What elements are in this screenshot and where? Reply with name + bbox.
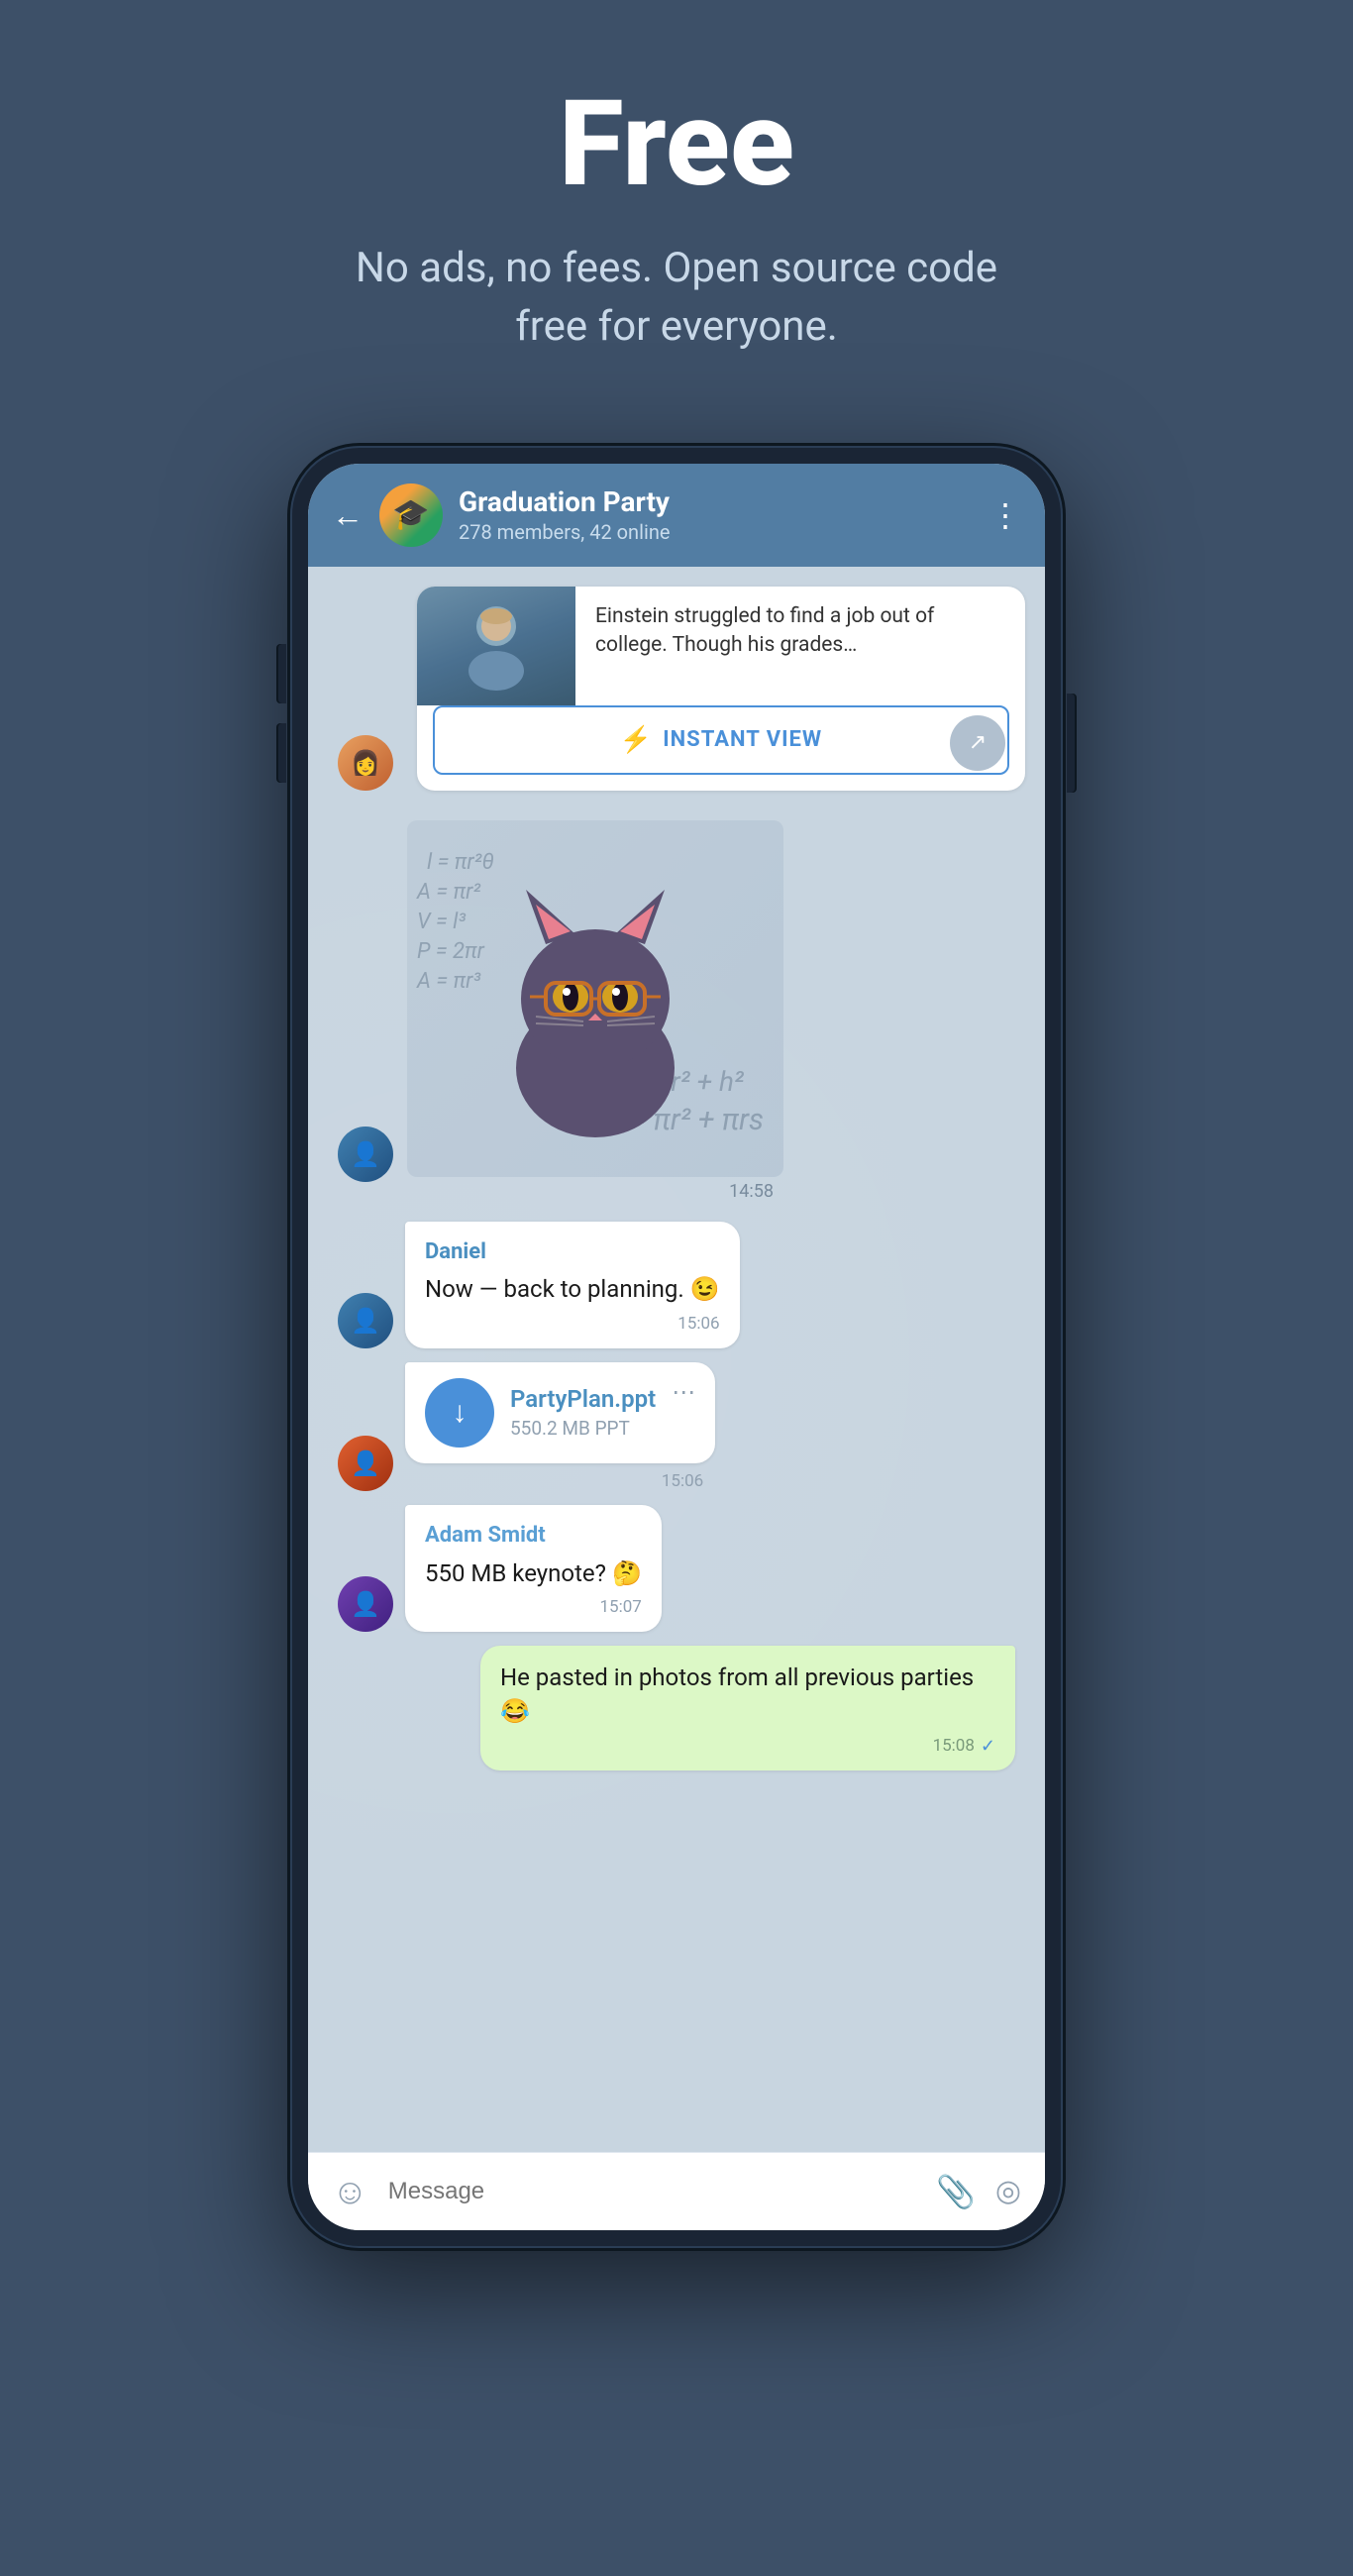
article-image (417, 587, 575, 705)
daniel-time: 15:06 (677, 1313, 719, 1337)
daniel-message-row: 👤 Daniel Now — back to planning. 😉 15:06 (328, 1222, 1025, 1348)
file-time-row: 15:06 (405, 1471, 715, 1491)
article-bubble: Einstein struggled to find a job out of … (417, 587, 1025, 791)
article-message: 👩 (328, 587, 1025, 791)
share-button[interactable]: ↗ (950, 715, 1005, 771)
back-button[interactable]: ← (332, 496, 364, 534)
more-menu-button[interactable]: ⋮ (989, 496, 1021, 534)
adam-bubble: Adam Smidt 550 MB keynote? 🤔 15:07 (405, 1505, 662, 1632)
sticker-time: 14:58 (407, 1181, 783, 1202)
own-check: ✓ (981, 1734, 995, 1759)
file-size: 550.2 MB PPT (510, 1417, 656, 1440)
own-text: He pasted in photos from all previous pa… (500, 1662, 995, 1728)
chat-body: 👩 (308, 567, 1045, 2152)
file-info: PartyPlan.ppt 550.2 MB PPT (510, 1385, 656, 1440)
file-sender-avatar: 👤 (338, 1436, 393, 1491)
group-avatar: 🎓 (379, 483, 443, 547)
daniel-text: Now — back to planning. 😉 (425, 1273, 720, 1307)
cat-sticker-svg (457, 850, 734, 1147)
article-thumbnail-icon (447, 596, 546, 696)
own-time: 15:08 (933, 1735, 975, 1759)
file-name: PartyPlan.ppt (510, 1385, 656, 1413)
hero-title: Free (330, 79, 1023, 210)
sticker-message: 👤 l = πr²θ A = πr² V = l³ P = 2πr A = πr… (328, 820, 1025, 1202)
phone-screen: ← 🎓 Graduation Party 278 members, 42 onl… (308, 464, 1045, 2230)
article-sender-avatar: 👩 (338, 735, 393, 791)
adam-message-row: 👤 Adam Smidt 550 MB keynote? 🤔 15:07 (328, 1505, 1025, 1632)
sticker-sender-avatar: 👤 (338, 1127, 393, 1182)
file-bubble: ↓ PartyPlan.ppt 550.2 MB PPT ⋯ (405, 1362, 715, 1463)
hero-subtitle: No ads, no fees. Open source code free f… (330, 240, 1023, 357)
camera-button[interactable]: ◎ (995, 2174, 1021, 2208)
message-input[interactable] (388, 2178, 916, 2205)
emoji-button[interactable]: ☺ (332, 2171, 368, 2212)
sticker-background: l = πr²θ A = πr² V = l³ P = 2πr A = πr³ (407, 820, 783, 1177)
group-status: 278 members, 42 online (459, 520, 974, 544)
sticker-container: l = πr²θ A = πr² V = l³ P = 2πr A = πr³ (407, 820, 783, 1177)
own-bubble: He pasted in photos from all previous pa… (480, 1646, 1015, 1771)
daniel-meta: 15:06 (425, 1313, 720, 1337)
adam-text: 550 MB keynote? 🤔 (425, 1557, 642, 1591)
adam-meta: 15:07 (425, 1596, 642, 1620)
instant-view-button[interactable]: ⚡ INSTANT VIEW (433, 705, 1009, 775)
file-time: 15:06 (662, 1471, 715, 1491)
hero-section: Free No ads, no fees. Open source code f… (290, 0, 1063, 406)
message-input-bar: ☺ 📎 ◎ (308, 2152, 1045, 2230)
file-download-button[interactable]: ↓ (425, 1378, 494, 1448)
file-more-button[interactable]: ⋯ (672, 1378, 695, 1406)
header-info: Graduation Party 278 members, 42 online (459, 485, 974, 544)
group-name: Graduation Party (459, 485, 974, 518)
adam-time: 15:07 (600, 1596, 642, 1620)
phone-mockup: ← 🎓 Graduation Party 278 members, 42 onl… (290, 446, 1063, 2248)
lightning-icon: ⚡ (620, 725, 653, 755)
adam-name: Adam Smidt (425, 1521, 642, 1552)
own-meta: 15:08 ✓ (500, 1734, 995, 1759)
daniel-avatar: 👤 (338, 1293, 393, 1348)
phone-outer-frame: ← 🎓 Graduation Party 278 members, 42 onl… (290, 446, 1063, 2248)
daniel-bubble: Daniel Now — back to planning. 😉 15:06 (405, 1222, 740, 1348)
daniel-name: Daniel (425, 1237, 720, 1268)
chat-header: ← 🎓 Graduation Party 278 members, 42 onl… (308, 464, 1045, 567)
adam-avatar: 👤 (338, 1576, 393, 1632)
article-preview: Einstein struggled to find a job out of … (417, 587, 1025, 705)
article-text: Einstein struggled to find a job out of … (575, 587, 1025, 705)
own-message-row: He pasted in photos from all previous pa… (328, 1646, 1025, 1771)
instant-view-label: INSTANT VIEW (663, 727, 822, 752)
attach-button[interactable]: 📎 (936, 2173, 976, 2210)
file-message-row: 👤 ↓ PartyPlan.ppt 550.2 MB PPT ⋯ 15:06 (328, 1362, 1025, 1491)
